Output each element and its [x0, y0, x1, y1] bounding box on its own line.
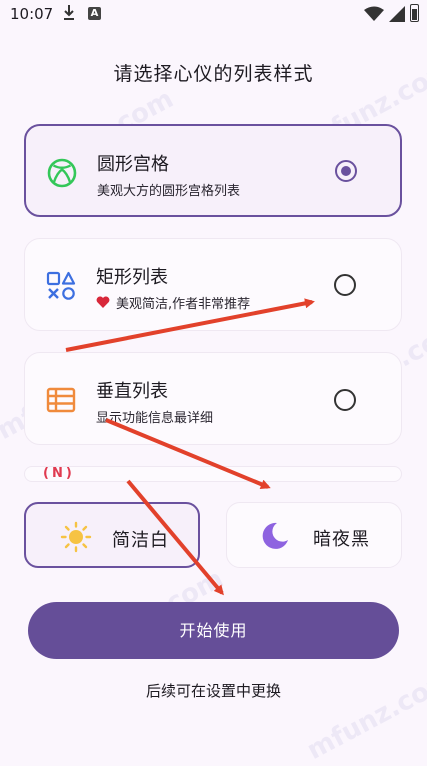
radio-unselected[interactable] — [334, 274, 356, 296]
shapes-icon — [46, 271, 76, 300]
style-option-rect-list[interactable]: 矩形列表 美观简洁,作者非常推荐 — [24, 238, 402, 331]
style-option-title: 圆形宫格 — [97, 154, 169, 175]
radio-unselected[interactable] — [334, 389, 356, 411]
table-list-icon — [46, 387, 76, 413]
style-option-circle-grid[interactable]: 圆形宫格 美观大方的圆形宫格列表 — [24, 124, 402, 217]
a-badge-icon: A — [88, 7, 101, 20]
status-time: 10:07 — [10, 5, 54, 23]
theme-light-button[interactable]: 简洁白 — [24, 502, 200, 568]
status-bar: 10:07 A — [0, 0, 427, 30]
style-option-desc: 显示功能信息最详细 — [96, 411, 214, 426]
sun-icon — [60, 521, 92, 553]
style-option-vertical-list[interactable]: 垂直列表 显示功能信息最详细 — [24, 352, 402, 445]
style-option-desc: 美观大方的圆形宫格列表 — [97, 184, 241, 199]
download-icon — [64, 5, 74, 20]
partial-option-card — [24, 466, 402, 482]
signal-icon — [389, 6, 405, 22]
start-button[interactable]: 开始使用 — [28, 602, 399, 659]
wifi-icon — [364, 6, 384, 21]
heart-icon — [96, 296, 110, 308]
theme-dark-button[interactable]: 暗夜黑 — [226, 502, 402, 568]
radio-selected[interactable] — [335, 160, 357, 182]
page-title: 请选择心仪的列表样式 — [113, 63, 314, 85]
theme-label: 暗夜黑 — [313, 529, 370, 550]
style-option-desc: 美观简洁,作者非常推荐 — [116, 297, 251, 312]
style-option-title: 矩形列表 — [96, 267, 168, 288]
style-option-title: 垂直列表 — [96, 381, 168, 402]
footer-note: 后续可在设置中更换 — [145, 682, 281, 700]
battery-icon — [410, 4, 419, 22]
xbox-circle-icon — [47, 158, 77, 188]
theme-label: 简洁白 — [112, 530, 169, 551]
moon-icon — [262, 522, 288, 549]
n-badge: (N) — [43, 466, 75, 481]
